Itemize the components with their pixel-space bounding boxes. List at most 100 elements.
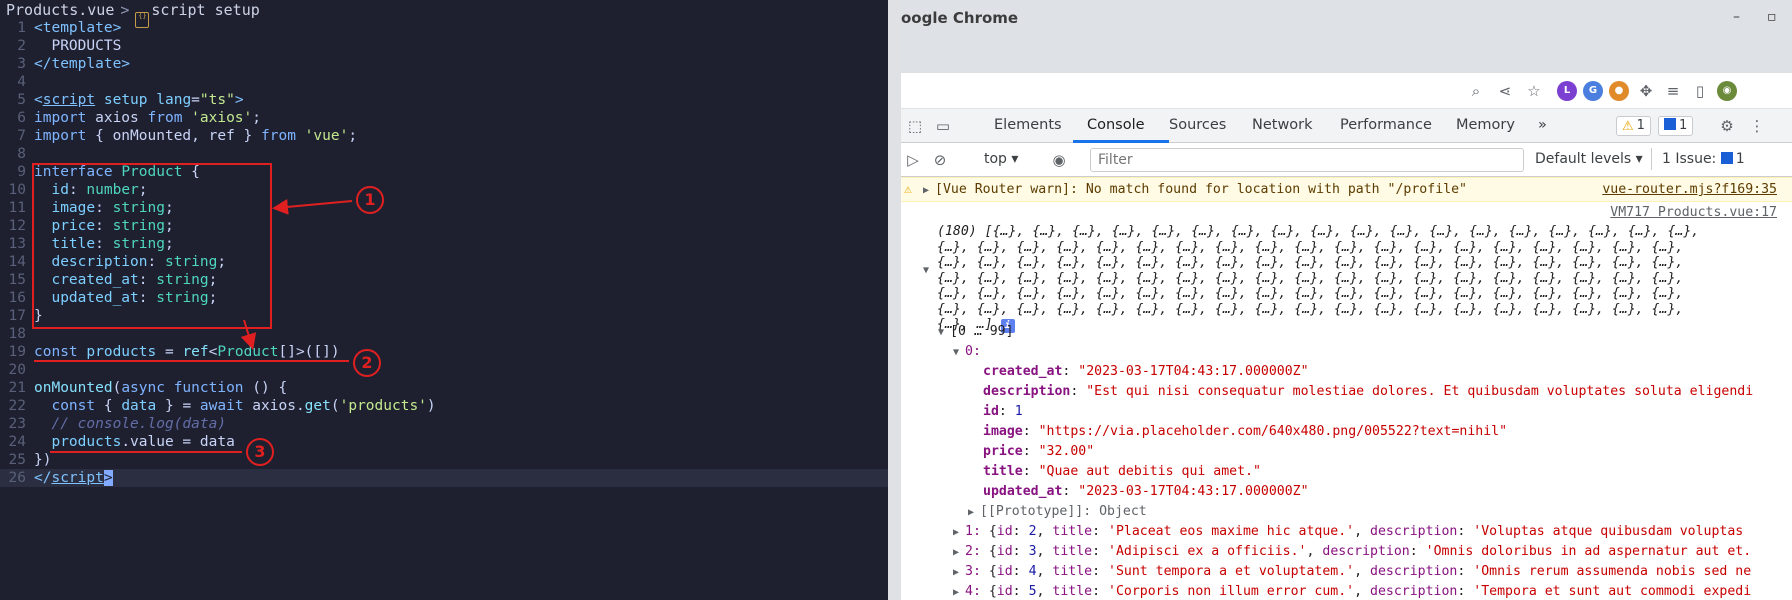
line-number: 22 — [8, 398, 26, 414]
profile-avatar[interactable]: ◉ — [1717, 81, 1737, 101]
object-property: description: "Est qui nisi consequatur m… — [983, 384, 1754, 399]
minimize-button[interactable]: – — [1733, 9, 1740, 25]
code-line[interactable]: 23 // console.log(data) — [0, 415, 896, 433]
code-line[interactable]: 26 </script> — [0, 469, 896, 487]
line-number: 14 — [8, 254, 26, 270]
item-0-key[interactable]: ▼ 0: — [953, 343, 981, 360]
collapsed-array-item[interactable]: ▶ 2: {id: 3, title: 'Adipisci ex a offici… — [953, 543, 1751, 560]
array-summary-line[interactable]: {…}, {…}, {…}, {…}, {…}, {…}, {…}, {…}, … — [937, 270, 1683, 287]
line-content: // console.log(data) — [51, 416, 227, 432]
object-property: price: "32.00" — [983, 444, 1095, 459]
code-line[interactable]: 20 — [0, 361, 896, 379]
code-line[interactable]: 8 — [0, 145, 896, 163]
products-underline — [34, 360, 349, 362]
console-output[interactable]: ⚠ ▶ [Vue Router warn]: No match found for… — [901, 177, 1792, 600]
code-line[interactable]: 22 const { data } = await axios.get('pro… — [0, 397, 896, 415]
inspect-element-icon[interactable]: ⬚ — [905, 116, 925, 136]
code-line[interactable]: 25}) — [0, 451, 896, 469]
expand-triangle-icon[interactable]: ▶ — [923, 185, 935, 196]
array-summary-line[interactable]: {…}, {…}, {…}, {…}, {…}, {…}, {…}, {…}, … — [937, 254, 1683, 271]
more-options-icon[interactable]: ⋮ — [1747, 116, 1767, 136]
breadcrumb-symbol[interactable]: script setup — [151, 1, 259, 19]
translate-icon[interactable]: G — [1583, 81, 1603, 101]
array-range-row[interactable]: ▼ [0 … 99] — [938, 323, 1014, 340]
line-content: products.value = data — [51, 434, 235, 450]
puzzle-icon[interactable]: ✥ — [1636, 81, 1656, 101]
warnings-count: 1 — [1636, 118, 1645, 133]
share-icon[interactable]: ⋖ — [1495, 81, 1515, 101]
issues-button[interactable]: 1 Issue: 1 — [1651, 148, 1745, 170]
line-number: 18 — [8, 326, 26, 342]
messages-badge[interactable]: 1 — [1658, 116, 1694, 136]
settings-gear-icon[interactable]: ⚙ — [1717, 116, 1737, 136]
warning-text: ▶ [Vue Router warn]: No match found for l… — [923, 182, 1467, 197]
array-summary-line[interactable]: (180) [{…}, {…}, {…}, {…}, {…}, {…}, {…}… — [937, 223, 1699, 240]
line-content: const { data } = await axios.get('produc… — [51, 398, 436, 414]
issues-count: 1 — [1735, 151, 1745, 167]
log-source-link[interactable]: VM717 Products.vue:17 — [1610, 205, 1777, 220]
tab-network[interactable]: Network — [1252, 117, 1313, 133]
code-line[interactable]: 3 </template> — [0, 55, 896, 73]
window-title: oogle Chrome — [901, 9, 1019, 27]
device-toolbar-icon[interactable]: ▭ — [933, 116, 953, 136]
code-line[interactable]: 7 import { onMounted, ref } from 'vue'; — [0, 127, 896, 145]
expand-triangle-icon[interactable]: ▼ — [923, 261, 935, 278]
tab-performance[interactable]: Performance — [1340, 117, 1432, 133]
code-line[interactable]: 21 onMounted(async function () { — [0, 379, 896, 397]
bookmark-star-icon[interactable]: ☆ — [1524, 81, 1544, 101]
clear-console-icon[interactable]: ⊘ — [930, 150, 950, 170]
line-number: 19 — [8, 344, 26, 360]
line-number: 5 — [17, 92, 26, 108]
breadcrumb-file[interactable]: Products.vue — [0, 1, 114, 19]
warning-message[interactable]: ⚠ ▶ [Vue Router warn]: No match found for… — [901, 177, 1792, 202]
console-filter-input[interactable] — [1090, 148, 1524, 172]
warnings-badge[interactable]: ⚠ 1 — [1616, 116, 1651, 136]
collapsed-array-item[interactable]: ▶ 3: {id: 4, title: 'Sunt tempora a et vo… — [953, 563, 1751, 580]
line-content: <template> — [34, 20, 122, 36]
array-summary-line[interactable]: {…}, {…}, {…}, {…}, {…}, {…}, {…}, {…}, … — [937, 285, 1683, 302]
line-number: 8 — [17, 146, 26, 162]
maximize-button[interactable]: ▫ — [1767, 9, 1777, 25]
side-panel-icon[interactable]: ▯ — [1690, 81, 1710, 101]
prototype-row[interactable]: ▶ [[Prototype]]: Object — [968, 503, 1147, 520]
line-content: PRODUCTS — [34, 38, 122, 54]
collapsed-array-item[interactable]: ▶ 4: {id: 5, title: 'Corporis non illum e… — [953, 583, 1751, 600]
line-number: 4 — [17, 74, 26, 90]
warning-source-link[interactable]: vue-router.mjs?f169:35 — [1602, 182, 1777, 197]
object-property: title: "Quae aut debitis qui amet." — [983, 464, 1261, 479]
window-divider — [888, 0, 901, 600]
zoom-icon[interactable]: ⌕ — [1466, 81, 1486, 101]
array-summary-line[interactable]: {…}, {…}, {…}, {…}, {…}, {…}, {…}, {…}, … — [937, 239, 1683, 256]
sidebar-toggle-icon[interactable]: ▷ — [903, 150, 923, 170]
tab-memory[interactable]: Memory — [1456, 117, 1515, 133]
cookie-icon[interactable]: ● — [1609, 81, 1629, 101]
tab-sources[interactable]: Sources — [1169, 117, 1226, 133]
title-bar: oogle Chrome – ▫ — [901, 0, 1792, 37]
code-line[interactable]: 19 const products = ref<Product[]>([]) — [0, 343, 896, 361]
log-levels-select[interactable]: Default levels ▾ — [1535, 151, 1643, 167]
line-number: 21 — [8, 380, 26, 396]
tab-elements[interactable]: Elements — [994, 117, 1062, 133]
tab-console[interactable]: Console — [1087, 117, 1145, 133]
warning-icon: ⚠ — [1622, 119, 1634, 134]
line-content: <script setup lang="ts"> — [34, 92, 244, 108]
collapsed-array-item[interactable]: ▶ 1: {id: 2, title: 'Placeat eos maxime h… — [953, 523, 1743, 540]
live-expression-eye-icon[interactable]: ◉ — [1049, 150, 1069, 170]
assignment-underline — [50, 451, 242, 453]
code-line[interactable]: 5 <script setup lang="ts"> — [0, 91, 896, 109]
line-number: 20 — [8, 362, 26, 378]
code-line[interactable]: 4 — [0, 73, 896, 91]
object-property: id: 1 — [983, 404, 1023, 419]
reading-list-icon[interactable]: ≡ — [1663, 81, 1683, 101]
code-line[interactable]: 1 <template> — [0, 19, 896, 37]
breadcrumb: Products.vue >{} script setup — [0, 0, 896, 28]
context-select[interactable]: top ▾ — [984, 151, 1018, 167]
more-tabs-icon[interactable]: » — [1538, 117, 1547, 133]
code-line[interactable]: 2 PRODUCTS — [0, 37, 896, 55]
extension-icon[interactable]: L — [1557, 81, 1577, 101]
code-line[interactable]: 24 products.value = data — [0, 433, 896, 451]
array-summary-line[interactable]: {…}, {…}, {…}, {…}, {…}, {…}, {…}, {…}, … — [937, 301, 1683, 318]
line-number: 26 — [8, 470, 26, 486]
code-editor[interactable]: Products.vue >{} script setup 1 <template> 2… — [0, 0, 896, 600]
code-line[interactable]: 6 import axios from 'axios'; — [0, 109, 896, 127]
